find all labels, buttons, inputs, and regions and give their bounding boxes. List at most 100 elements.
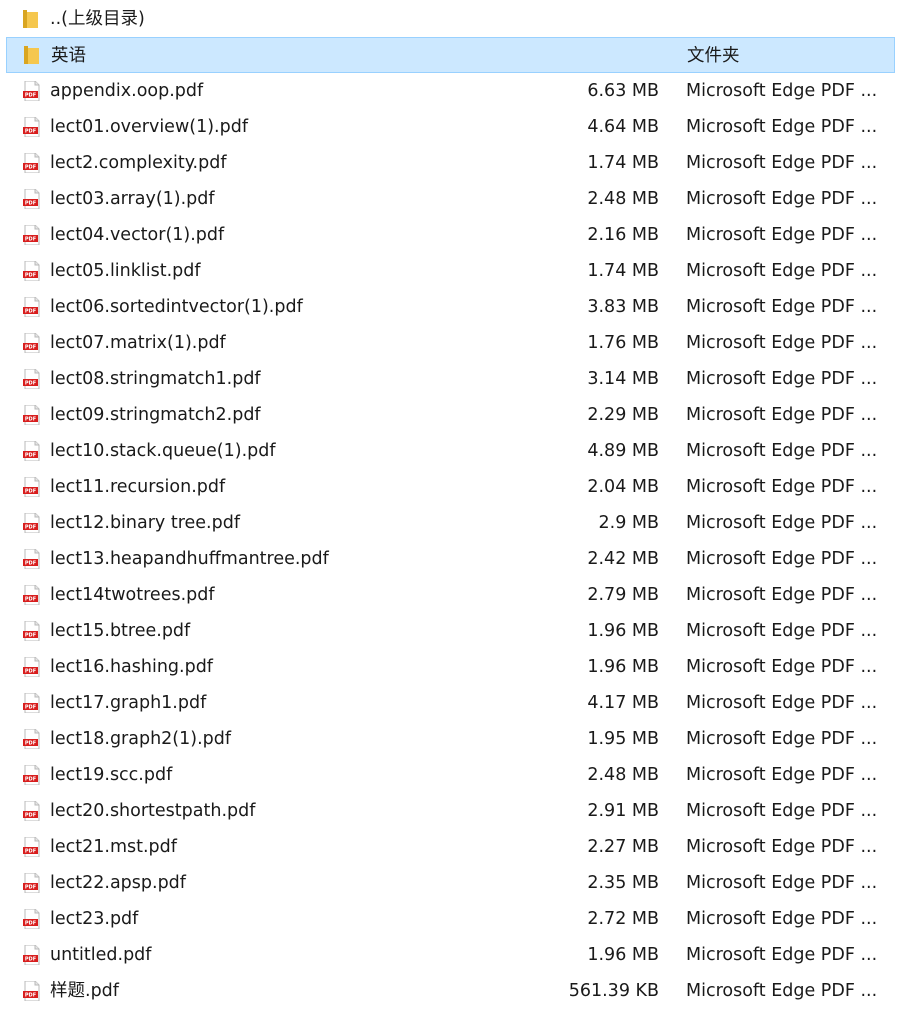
file-icon-cell: PDF	[6, 253, 44, 289]
file-row[interactable]: PDF untitled.pdf 1.96 MB Microsoft Edge PDF…	[6, 937, 895, 973]
file-type: Microsoft Edge PDF ...	[686, 405, 878, 425]
file-size: 4.89 MB	[587, 441, 659, 461]
svg-text:PDF: PDF	[25, 741, 36, 747]
file-row[interactable]: PDF lect05.linklist.pdf 1.74 MB Microsoft E…	[6, 253, 895, 289]
file-type: Microsoft Edge PDF ...	[686, 189, 878, 209]
file-type: Microsoft Edge PDF ...	[686, 585, 878, 605]
file-name: 样题.pdf	[50, 981, 119, 1001]
file-icon-cell: PDF	[6, 397, 44, 433]
file-icon-cell: PDF	[6, 685, 44, 721]
file-name: lect23.pdf	[50, 909, 139, 929]
file-name: lect20.shortestpath.pdf	[50, 801, 256, 821]
file-name: lect09.stringmatch2.pdf	[50, 405, 261, 425]
pdf-icon: PDF	[23, 585, 40, 605]
file-icon-cell: PDF	[6, 217, 44, 253]
file-type: Microsoft Edge PDF ...	[686, 945, 878, 965]
pdf-icon: PDF	[23, 945, 40, 965]
file-icon-cell: PDF	[6, 901, 44, 937]
file-name: lect13.heapandhuffmantree.pdf	[50, 549, 329, 569]
file-row[interactable]: PDF lect23.pdf 2.72 MB Microsoft Edge PDF .…	[6, 901, 895, 937]
file-icon-cell: PDF	[6, 361, 44, 397]
svg-text:PDF: PDF	[25, 237, 36, 243]
file-type: Microsoft Edge PDF ...	[686, 909, 878, 929]
file-row[interactable]: PDF lect2.complexity.pdf 1.74 MB Microsoft …	[6, 145, 895, 181]
svg-text:PDF: PDF	[25, 381, 36, 387]
file-icon-cell: PDF	[6, 541, 44, 577]
file-row[interactable]: PDF lect16.hashing.pdf 1.96 MB Microsoft Ed…	[6, 649, 895, 685]
file-type: Microsoft Edge PDF ...	[686, 117, 878, 137]
file-size: 1.96 MB	[587, 621, 659, 641]
file-type: Microsoft Edge PDF ...	[686, 297, 878, 317]
file-row[interactable]: PDF lect22.apsp.pdf 2.35 MB Microsoft Edge …	[6, 865, 895, 901]
file-row[interactable]: PDF appendix.oop.pdf 6.63 MB Microsoft Edge…	[6, 73, 895, 109]
file-size: 2.16 MB	[587, 225, 659, 245]
file-type: Microsoft Edge PDF ...	[686, 693, 878, 713]
svg-text:PDF: PDF	[25, 453, 36, 459]
pdf-icon: PDF	[23, 441, 40, 461]
pdf-icon: PDF	[23, 549, 40, 569]
parent-directory-row[interactable]: ..(上级目录)	[6, 1, 895, 37]
file-size: 2.48 MB	[587, 189, 659, 209]
file-size: 1.74 MB	[587, 261, 659, 281]
file-size: 2.91 MB	[587, 801, 659, 821]
file-name: lect03.array(1).pdf	[50, 189, 215, 209]
pdf-icon: PDF	[23, 873, 40, 893]
file-row[interactable]: PDF lect15.btree.pdf 1.96 MB Microsoft Edge…	[6, 613, 895, 649]
file-icon-cell: PDF	[6, 973, 44, 1009]
pdf-icon: PDF	[23, 369, 40, 389]
file-icon-cell: PDF	[6, 289, 44, 325]
file-name: lect2.complexity.pdf	[50, 153, 227, 173]
file-row[interactable]: PDF lect13.heapandhuffmantree.pdf 2.42 MB M…	[6, 541, 895, 577]
file-row[interactable]: PDF lect04.vector(1).pdf 2.16 MB Microsoft …	[6, 217, 895, 253]
file-name: lect04.vector(1).pdf	[50, 225, 225, 245]
pdf-icon: PDF	[23, 477, 40, 497]
file-row[interactable]: PDF lect12.binary tree.pdf 2.9 MB Microsoft…	[6, 505, 895, 541]
file-name: lect05.linklist.pdf	[50, 261, 201, 281]
file-type: Microsoft Edge PDF ...	[686, 801, 878, 821]
file-row[interactable]: PDF lect21.mst.pdf 2.27 MB Microsoft Edge P…	[6, 829, 895, 865]
file-row[interactable]: PDF lect08.stringmatch1.pdf 3.14 MB Microso…	[6, 361, 895, 397]
pdf-icon: PDF	[23, 153, 40, 173]
file-row[interactable]: PDF lect07.matrix(1).pdf 1.76 MB Microsoft …	[6, 325, 895, 361]
file-type: Microsoft Edge PDF ...	[686, 513, 878, 533]
file-name: lect18.graph2(1).pdf	[50, 729, 232, 749]
file-row[interactable]: PDF 样题.pdf 561.39 KB Microsoft Edge PDF ...	[6, 973, 895, 1009]
pdf-icon: PDF	[23, 657, 40, 677]
file-type: 文件夹	[687, 46, 740, 66]
file-type: Microsoft Edge PDF ...	[686, 81, 878, 101]
file-row[interactable]: PDF lect14twotrees.pdf 2.79 MB Microsoft Ed…	[6, 577, 895, 613]
file-name: lect16.hashing.pdf	[50, 657, 213, 677]
file-icon-cell: PDF	[6, 325, 44, 361]
file-icon-cell: PDF	[6, 865, 44, 901]
file-row[interactable]: PDF lect18.graph2(1).pdf 1.95 MB Microsoft …	[6, 721, 895, 757]
file-type: Microsoft Edge PDF ...	[686, 765, 878, 785]
file-row[interactable]: PDF lect20.shortestpath.pdf 2.91 MB Microso…	[6, 793, 895, 829]
parent-directory-label: ..(上级目录)	[50, 9, 145, 29]
folder-icon-cell	[6, 1, 44, 37]
file-row[interactable]: PDF lect03.array(1).pdf 2.48 MB Microsoft E…	[6, 181, 895, 217]
file-icon-cell	[7, 37, 45, 73]
file-name: lect12.binary tree.pdf	[50, 513, 240, 533]
svg-text:PDF: PDF	[25, 597, 36, 603]
file-icon-cell: PDF	[6, 721, 44, 757]
file-row[interactable]: PDF lect10.stack.queue(1).pdf 4.89 MB Micro…	[6, 433, 895, 469]
pdf-icon: PDF	[23, 261, 40, 281]
file-icon-cell: PDF	[6, 757, 44, 793]
file-row[interactable]: PDF lect17.graph1.pdf 4.17 MB Microsoft Edg…	[6, 685, 895, 721]
file-type: Microsoft Edge PDF ...	[686, 873, 878, 893]
folder-row[interactable]: 英语 文件夹	[6, 37, 895, 73]
file-size: 1.96 MB	[587, 657, 659, 677]
file-icon-cell: PDF	[6, 433, 44, 469]
file-icon-cell: PDF	[6, 613, 44, 649]
file-type: Microsoft Edge PDF ...	[686, 153, 878, 173]
file-row[interactable]: PDF lect09.stringmatch2.pdf 2.29 MB Microso…	[6, 397, 895, 433]
pdf-icon: PDF	[23, 297, 40, 317]
svg-text:PDF: PDF	[25, 885, 36, 891]
svg-text:PDF: PDF	[25, 993, 36, 999]
file-row[interactable]: PDF lect11.recursion.pdf 2.04 MB Microsoft …	[6, 469, 895, 505]
file-name: lect01.overview(1).pdf	[50, 117, 248, 137]
file-row[interactable]: PDF lect01.overview(1).pdf 4.64 MB Microsof…	[6, 109, 895, 145]
file-row[interactable]: PDF lect06.sortedintvector(1).pdf 3.83 MB M…	[6, 289, 895, 325]
pdf-icon: PDF	[23, 693, 40, 713]
file-row[interactable]: PDF lect19.scc.pdf 2.48 MB Microsoft Edge P…	[6, 757, 895, 793]
